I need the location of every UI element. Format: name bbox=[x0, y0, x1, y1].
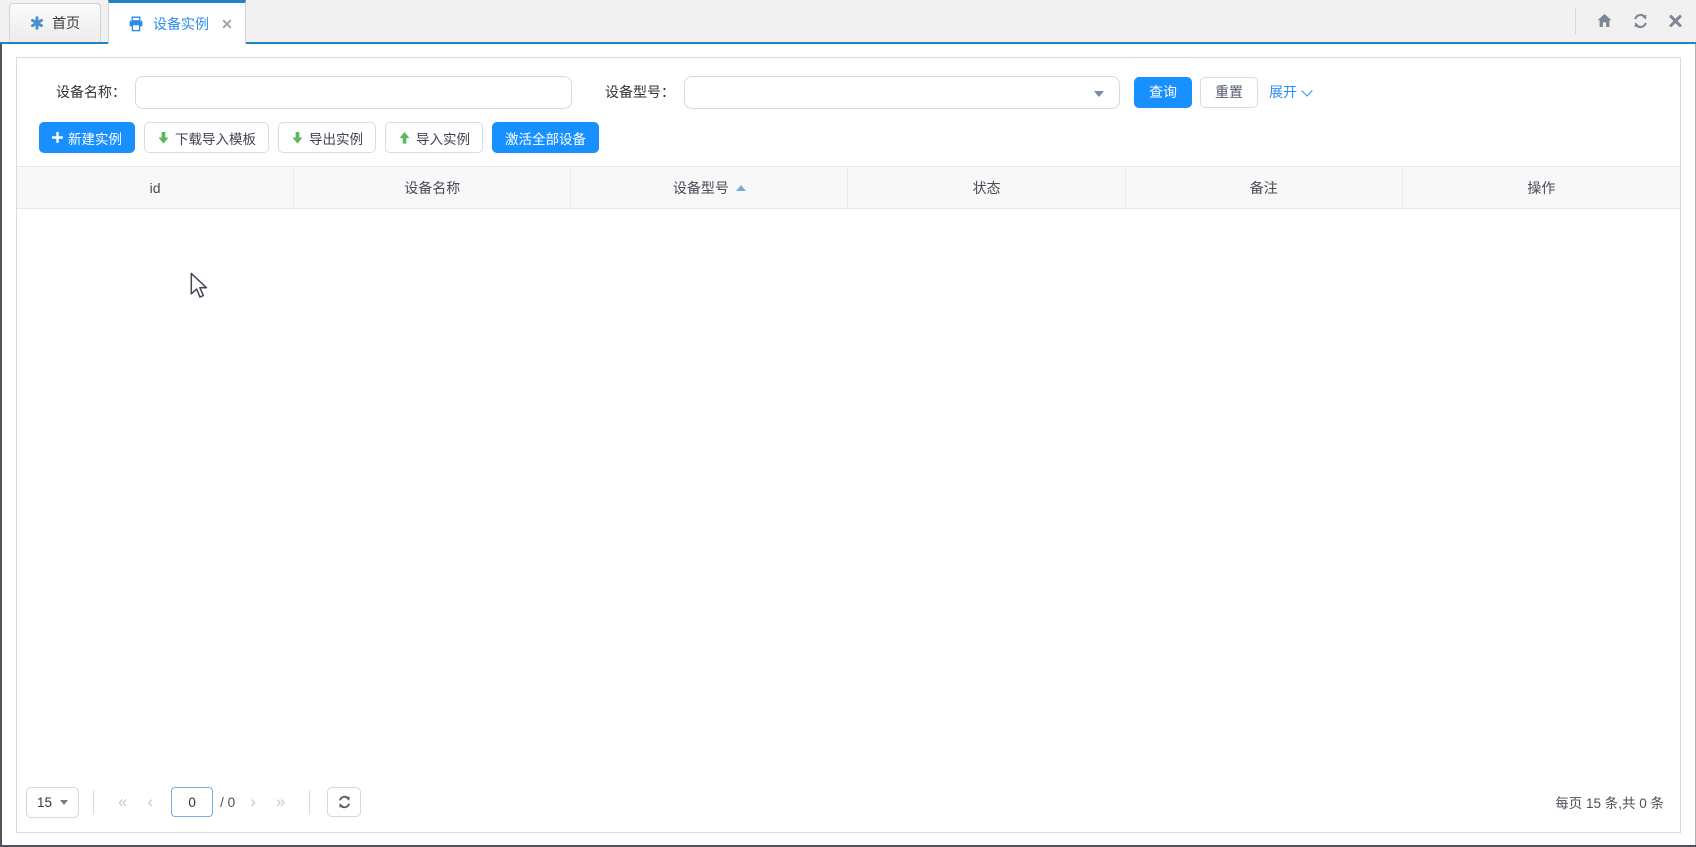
device-name-label: 设备名称： bbox=[17, 82, 135, 102]
new-instance-label: 新建实例 bbox=[68, 128, 122, 148]
home-tab-icon bbox=[30, 16, 44, 30]
prev-page-button[interactable]: ‹ bbox=[148, 792, 154, 812]
col-header-id[interactable]: id bbox=[17, 167, 294, 208]
device-model-label: 设备型号： bbox=[572, 82, 684, 102]
expand-link-label: 展开 bbox=[1269, 82, 1297, 102]
arrow-down-icon bbox=[291, 131, 304, 145]
col-header-status[interactable]: 状态 bbox=[848, 167, 1125, 208]
app-window: 首页 设备实例 bbox=[0, 0, 1696, 847]
import-instance-label: 导入实例 bbox=[416, 128, 470, 148]
expand-link[interactable]: 展开 bbox=[1269, 82, 1311, 102]
page-size-dropdown[interactable]: 15 bbox=[26, 787, 79, 818]
tab-home-label: 首页 bbox=[52, 13, 80, 33]
toolbar: 新建实例 下载导入模板 导出实例 bbox=[39, 122, 1680, 153]
search-form: 设备名称： 设备型号： 查询 重置 展开 bbox=[17, 75, 1680, 109]
close-icon[interactable] bbox=[1668, 14, 1683, 28]
refresh-icon[interactable] bbox=[1632, 13, 1649, 29]
first-page-button[interactable]: « bbox=[118, 792, 127, 812]
pager-refresh-button[interactable] bbox=[327, 787, 361, 817]
arrow-up-icon bbox=[398, 131, 411, 145]
tabbar-actions bbox=[1575, 0, 1683, 42]
page-size-value: 15 bbox=[37, 795, 52, 810]
export-instance-button[interactable]: 导出实例 bbox=[278, 122, 376, 153]
reset-button[interactable]: 重置 bbox=[1200, 77, 1258, 108]
total-pages-label: / 0 bbox=[220, 795, 235, 810]
device-model-select[interactable] bbox=[684, 76, 1120, 109]
col-header-device-name[interactable]: 设备名称 bbox=[294, 167, 571, 208]
table-body-empty bbox=[17, 209, 1680, 749]
tab-close-icon[interactable] bbox=[222, 19, 232, 29]
download-template-button[interactable]: 下载导入模板 bbox=[144, 122, 269, 153]
next-page-button[interactable]: › bbox=[250, 792, 256, 812]
home-icon[interactable] bbox=[1596, 13, 1613, 29]
last-page-button[interactable]: » bbox=[276, 792, 285, 812]
pagination-bar: 15 « ‹ / 0 › » bbox=[17, 776, 1680, 832]
export-instance-label: 导出实例 bbox=[309, 128, 363, 148]
refresh-icon bbox=[337, 795, 352, 809]
arrow-down-icon bbox=[157, 131, 170, 145]
plus-icon bbox=[52, 132, 63, 143]
tab-device-instance[interactable]: 设备实例 bbox=[108, 0, 246, 44]
pager-divider bbox=[93, 790, 94, 814]
download-template-label: 下载导入模板 bbox=[175, 128, 256, 148]
chevron-down-icon bbox=[1301, 85, 1312, 96]
device-instance-panel: 设备名称： 设备型号： 查询 重置 展开 bbox=[16, 57, 1681, 833]
tab-home[interactable]: 首页 bbox=[9, 3, 101, 42]
pager-divider bbox=[309, 790, 310, 814]
table-header: id 设备名称 设备型号 状态 备注 操作 bbox=[17, 166, 1680, 209]
activate-all-button[interactable]: 激活全部设备 bbox=[492, 122, 599, 153]
pager-summary: 每页 15 条,共 0 条 bbox=[1555, 792, 1667, 812]
tab-device-instance-label: 设备实例 bbox=[153, 14, 209, 34]
tabbar-divider bbox=[1575, 8, 1576, 34]
tab-bar: 首页 设备实例 bbox=[0, 0, 1696, 44]
select-caret-icon bbox=[1094, 91, 1104, 97]
col-header-remark[interactable]: 备注 bbox=[1126, 167, 1403, 208]
new-instance-button[interactable]: 新建实例 bbox=[39, 122, 135, 153]
page-number-input[interactable] bbox=[171, 787, 213, 817]
query-button[interactable]: 查询 bbox=[1134, 77, 1192, 108]
main-area: 设备名称： 设备型号： 查询 重置 展开 bbox=[0, 44, 1696, 833]
printer-icon bbox=[128, 16, 144, 32]
col-header-operation[interactable]: 操作 bbox=[1403, 167, 1680, 208]
import-instance-button[interactable]: 导入实例 bbox=[385, 122, 483, 153]
mouse-cursor-icon bbox=[188, 272, 210, 305]
col-header-device-model[interactable]: 设备型号 bbox=[571, 167, 848, 208]
device-name-input[interactable] bbox=[135, 76, 572, 109]
sort-asc-icon bbox=[736, 185, 746, 191]
page-size-caret-icon bbox=[60, 800, 68, 805]
